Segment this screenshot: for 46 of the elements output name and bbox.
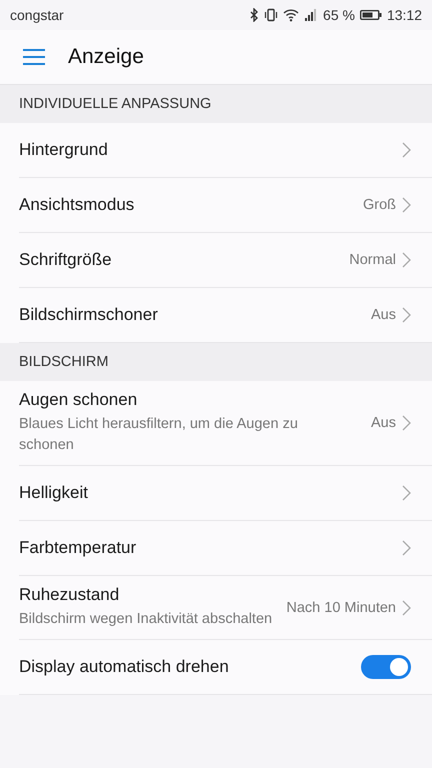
row-label: Display automatisch drehen (19, 657, 229, 677)
row-description: Blaues Licht herausfiltern, um die Augen zu schonen (19, 415, 299, 455)
menu-icon (23, 48, 45, 66)
row-label: Hintergrund (19, 140, 108, 160)
screen-title: Anzeige (68, 45, 144, 69)
row-value: Aus (371, 415, 396, 431)
row-value: Groß (362, 197, 396, 213)
toggle-switch[interactable] (361, 655, 411, 679)
chevron-right-icon (402, 540, 411, 556)
settings-row[interactable]: Schriftgröße Normal (19, 233, 432, 288)
battery-percent: 65 % (323, 7, 355, 23)
row-value: Normal (349, 252, 396, 268)
section-header: INDIVIDUELLE ANPASSUNG (0, 85, 432, 123)
signal-icon (304, 8, 318, 22)
settings-row[interactable]: Helligkeit (19, 466, 432, 521)
menu-button[interactable] (23, 48, 45, 66)
row-value: Nach 10 Minuten (286, 600, 396, 616)
settings-row[interactable]: Farbtemperatur (19, 521, 432, 576)
row-label: Augen schonen (19, 390, 138, 410)
wifi-icon (283, 8, 300, 22)
row-label: Ruhezustand (19, 585, 120, 605)
chevron-right-icon (402, 142, 411, 158)
battery-icon (360, 9, 382, 21)
chevron-right-icon (402, 415, 411, 431)
clock-time: 13:12 (386, 7, 422, 23)
row-label: Ansichtsmodus (19, 195, 134, 215)
row-label: Farbtemperatur (19, 538, 136, 558)
chevron-right-icon (402, 600, 411, 616)
chevron-right-icon (402, 252, 411, 268)
vibrate-icon (264, 8, 278, 22)
row-label: Schriftgröße (19, 250, 112, 270)
row-value: Aus (371, 307, 396, 323)
row-label: Helligkeit (19, 483, 88, 503)
settings-row[interactable]: Ruhezustand Bildschirm wegen Inaktivität abschalten Nach 10 Minuten (19, 576, 432, 640)
chevron-right-icon (402, 307, 411, 323)
settings-row[interactable]: Display automatisch drehen (19, 640, 432, 695)
chevron-right-icon (402, 197, 411, 213)
row-description: Bildschirm wegen Inaktivität abschalten (19, 610, 272, 629)
row-label: Bildschirmschoner (19, 305, 158, 325)
bluetooth-icon (249, 8, 260, 22)
settings-row[interactable]: Hintergrund (19, 123, 432, 178)
carrier-name: congstar (10, 7, 64, 23)
settings-row[interactable]: Ansichtsmodus Groß (19, 178, 432, 233)
settings-row[interactable]: Augen schonen Blaues Licht herausfiltern, um die Augen zu schonen Aus (19, 381, 432, 466)
chevron-right-icon (402, 485, 411, 501)
section-header: BILDSCHIRM (0, 343, 432, 381)
